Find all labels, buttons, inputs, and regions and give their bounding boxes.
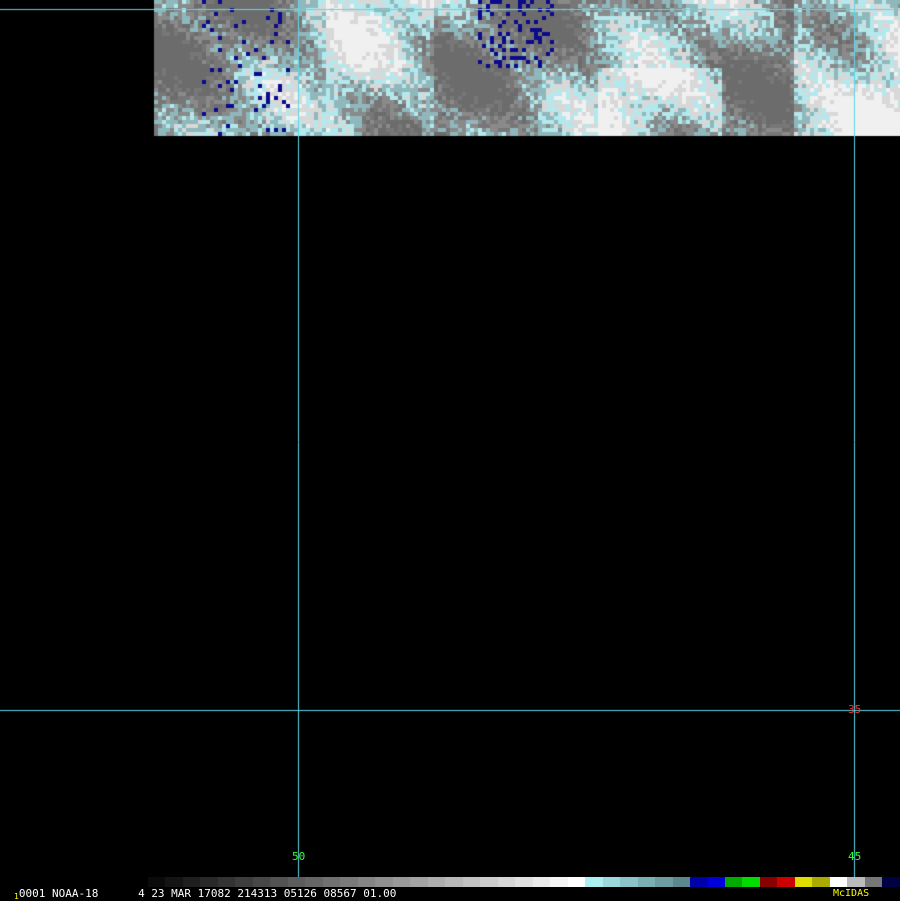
colorbar-segment	[777, 877, 795, 887]
colorbar-segment	[829, 877, 848, 887]
colorbar-segment	[322, 877, 341, 887]
colorbar-segment	[427, 877, 446, 887]
colorbar-segment	[392, 877, 411, 887]
colorbar-segment	[794, 877, 813, 887]
colorbar-segment	[882, 877, 900, 887]
colorbar-segment	[357, 877, 376, 887]
colorbar-segment	[515, 877, 533, 887]
colorbar-segment	[812, 877, 830, 887]
element-number: 08567	[323, 887, 357, 900]
satellite-name: NOAA-18	[51, 887, 99, 900]
lon-label-50: 50	[292, 850, 306, 863]
colorbar-segment	[690, 877, 708, 887]
colorbar-segment	[847, 877, 865, 887]
colorbar-segment	[567, 877, 586, 887]
colorbar-segment	[165, 877, 183, 887]
colorbar-segment	[497, 877, 516, 887]
colorbar-segment	[340, 877, 358, 887]
colorbar-segment	[620, 877, 638, 887]
colorbar-segment	[305, 877, 323, 887]
color-scale-bar	[148, 877, 900, 887]
colorbar-segment	[672, 877, 691, 887]
colorbar-segment	[602, 877, 621, 887]
colorbar-segment	[200, 877, 218, 887]
colorbar-segment	[375, 877, 393, 887]
colorbar-segment	[532, 877, 551, 887]
colorbar-segment	[445, 877, 463, 887]
colorbar-segment	[270, 877, 288, 887]
colorbar-segment	[864, 877, 883, 887]
colorbar-segment	[585, 877, 603, 887]
line-number: 05126	[283, 887, 317, 900]
colorbar-segment	[480, 877, 498, 887]
colorbar-segment	[252, 877, 271, 887]
colorbar-segment	[742, 877, 760, 887]
band-number: 4	[138, 887, 145, 900]
lon-label-45: 45	[848, 850, 862, 863]
mcidas-logo: McIDAS	[833, 888, 870, 899]
image-time: 214313	[237, 887, 278, 900]
frame-id: 0001	[18, 887, 46, 900]
colorbar-segment	[235, 877, 253, 887]
colorbar-segment	[637, 877, 656, 887]
resolution: 01.00	[363, 887, 397, 900]
colorbar-segment	[217, 877, 236, 887]
colorbar-segment	[550, 877, 568, 887]
colorbar-segment	[724, 877, 743, 887]
colorbar-segment	[707, 877, 725, 887]
image-date: 23 MAR 17082	[151, 887, 231, 900]
satellite-map-canvas	[0, 0, 900, 900]
colorbar-segment	[287, 877, 306, 887]
colorbar-segment	[462, 877, 481, 887]
colorbar-segment	[148, 877, 166, 887]
colorbar-segment	[655, 877, 673, 887]
colorbar-segment	[759, 877, 778, 887]
lat-label-35: 35	[848, 703, 862, 716]
colorbar-segment	[410, 877, 428, 887]
colorbar-segment	[182, 877, 201, 887]
status-line: 10001 NOAA-18 4 23 MAR 17082 214313 0512…	[14, 887, 396, 901]
